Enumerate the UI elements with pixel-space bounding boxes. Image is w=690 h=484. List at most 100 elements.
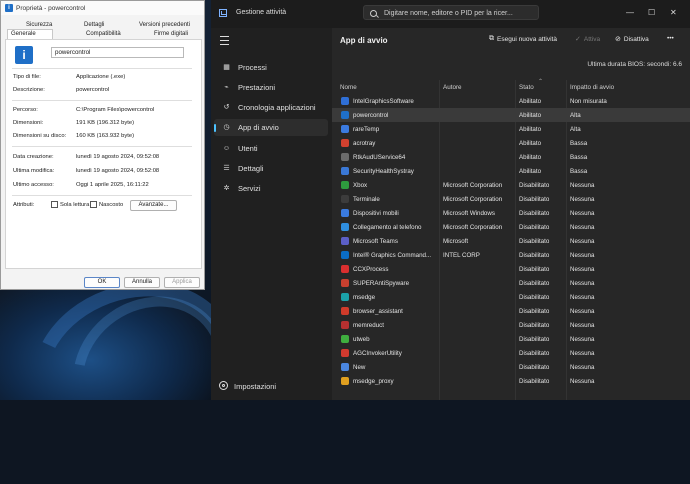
table-row[interactable]: Intel® Graphics Command... INTEL CORP Disa… — [332, 248, 690, 262]
task-manager-window: Gestione attività Digitare nome, editore… — [211, 0, 690, 400]
field-value: powercontrol — [76, 87, 110, 93]
table-row[interactable]: msedge_proxy Disabilitato Nessuna — [332, 374, 690, 388]
cell-impact: Nessuna — [570, 335, 595, 343]
bios-duration: Ultima durata BIOS: secondi: 6.6 — [587, 61, 682, 68]
cell-publisher: Microsoft Corporation — [443, 223, 503, 231]
properties-dialog: i Proprietà - powercontrol Sicurezza Det… — [0, 0, 205, 290]
cell-impact: Nessuna — [570, 195, 595, 203]
table-row[interactable]: SUPERAntiSpyware Disabilitato Nessuna — [332, 276, 690, 290]
details-icon: ☰ — [223, 165, 230, 172]
table-row[interactable]: utweb Disabilitato Nessuna — [332, 332, 690, 346]
task-manager-titlebar[interactable]: Gestione attività Digitare nome, editore… — [211, 0, 690, 28]
settings-label[interactable]: Impostazioni — [234, 382, 276, 391]
apply-button[interactable]: Applica — [164, 277, 200, 288]
table-row[interactable]: powercontrol Abilitato Alta — [332, 108, 690, 122]
cell-status: Disabilitato — [519, 251, 550, 259]
table-row[interactable]: memreduct Disabilitato Nessuna — [332, 318, 690, 332]
cell-publisher: Microsoft Windows — [443, 209, 495, 217]
app-icon: i — [5, 4, 13, 12]
table-row[interactable]: IntelGraphicsSoftware Abilitato Non misura… — [332, 94, 690, 108]
table-row[interactable]: browser_assistant Disabilitato Nessuna — [332, 304, 690, 318]
enable-button[interactable]: ✓ Attiva — [575, 35, 601, 44]
app-icon — [341, 153, 349, 161]
tab-generale[interactable]: Generale — [7, 29, 53, 39]
divider — [12, 100, 192, 101]
divider — [12, 68, 192, 69]
sidebar-item-processi[interactable]: ▦ Processi — [214, 59, 328, 76]
sidebar-item-utenti[interactable]: ☺ Utenti — [214, 140, 328, 157]
filename-field[interactable]: powercontrol — [51, 47, 184, 58]
cell-name: browser_assistant — [353, 307, 403, 315]
table-row[interactable]: CCXProcess Disabilitato Nessuna — [332, 262, 690, 276]
cell-name: msedge_proxy — [353, 377, 394, 385]
cell-impact: Nessuna — [570, 307, 595, 315]
advanced-button[interactable]: Avanzate... — [130, 200, 177, 211]
cell-status: Abilitato — [519, 167, 542, 175]
cell-impact: Nessuna — [570, 279, 595, 287]
cell-impact: Nessuna — [570, 265, 595, 273]
cell-status: Disabilitato — [519, 209, 550, 217]
settings-gear-icon[interactable] — [219, 381, 228, 390]
checkbox-box[interactable] — [90, 201, 97, 208]
column-header-name[interactable]: Nome — [340, 84, 357, 91]
tab-versioni-precedenti[interactable]: Versioni precedenti — [136, 21, 193, 30]
more-options-button[interactable]: ••• — [667, 35, 674, 42]
cell-status: Disabilitato — [519, 335, 550, 343]
tab-dettagli[interactable]: Dettagli — [81, 21, 107, 30]
block-icon: ⊘ — [615, 36, 621, 43]
column-header-status[interactable]: Stato — [519, 84, 534, 91]
run-new-task-button[interactable]: ⧉ Esegui nuova attività — [489, 35, 557, 43]
cell-publisher: Microsoft — [443, 237, 469, 245]
table-row[interactable]: Collegamento al telefono Microsoft Corpor… — [332, 220, 690, 234]
ok-button[interactable]: OK — [84, 277, 120, 288]
minimize-button[interactable]: — — [626, 8, 634, 17]
field-value: lunedì 19 agosto 2024, 09:52:08 — [76, 168, 160, 174]
column-header-publisher[interactable]: Autore — [443, 84, 462, 91]
tab-firme-digitali[interactable]: Firme digitali — [151, 30, 191, 39]
table-row[interactable]: Xbox Microsoft Corporation Disabilitato Nes… — [332, 178, 690, 192]
sidebar-item-app-di-avvio[interactable]: ◷ App di avvio — [214, 119, 328, 136]
cell-publisher: Microsoft Corporation — [443, 181, 503, 189]
cell-name: utweb — [353, 335, 370, 343]
field-label: Tipo di file: — [13, 74, 41, 80]
sidebar-item-label: Dettagli — [238, 164, 264, 173]
search-input[interactable]: Digitare nome, editore o PID per la rice… — [363, 5, 539, 20]
table-row[interactable]: Terminale Microsoft Corporation Disabilita… — [332, 192, 690, 206]
cell-status: Disabilitato — [519, 377, 550, 385]
maximize-button[interactable]: ☐ — [648, 8, 655, 17]
sidebar-item-servizi[interactable]: ✲ Servizi — [214, 180, 328, 197]
table-row[interactable]: Microsoft Teams Microsoft Disabilitato Ness… — [332, 234, 690, 248]
column-header-impact[interactable]: Impatto di avvio — [570, 84, 614, 91]
enable-label: Attiva — [583, 35, 601, 43]
dialog-titlebar[interactable]: i Proprietà - powercontrol — [1, 1, 204, 15]
performance-icon: ⌁ — [224, 84, 229, 91]
sidebar-item-cronologia-applicazioni[interactable]: ↺ Cronologia applicazioni — [214, 99, 328, 116]
sidebar-item-label: Servizi — [238, 184, 261, 193]
close-button[interactable]: ✕ — [670, 8, 677, 17]
table-row[interactable]: SecurityHealthSystray Abilitato Bassa — [332, 164, 690, 178]
sidebar-item-dettagli[interactable]: ☰ Dettagli — [214, 160, 328, 177]
cell-impact: Nessuna — [570, 251, 595, 259]
cancel-button[interactable]: Annulla — [124, 277, 160, 288]
readonly-checkbox[interactable]: Sola lettura — [51, 201, 89, 208]
sidebar-item-prestazioni[interactable]: ⌁ Prestazioni — [214, 79, 328, 96]
checkbox-box[interactable] — [51, 201, 58, 208]
table-row[interactable]: AGCInvokerUtility Disabilitato Nessuna — [332, 346, 690, 360]
history-icon: ↺ — [223, 104, 230, 111]
table-row[interactable]: Dispositivi mobili Microsoft Windows Disab… — [332, 206, 690, 220]
field-label: Descrizione: — [13, 87, 45, 93]
tab-compatibilita[interactable]: Compatibilità — [83, 30, 124, 39]
table-row[interactable]: acrotray Abilitato Bassa — [332, 136, 690, 150]
field-label: Data creazione: — [13, 154, 54, 160]
startup-apps-table: IntelGraphicsSoftware Abilitato Non misura… — [332, 94, 690, 388]
table-row[interactable]: msedge Disabilitato Nessuna — [332, 290, 690, 304]
disable-button[interactable]: ⊘ Disattiva — [615, 35, 649, 44]
cell-impact: Bassa — [570, 153, 588, 161]
table-row[interactable]: rareTemp Abilitato Alta — [332, 122, 690, 136]
table-row[interactable]: RtkAudUService64 Abilitato Bassa — [332, 150, 690, 164]
cell-impact: Nessuna — [570, 293, 595, 301]
hidden-checkbox[interactable]: Nascosto — [90, 201, 123, 208]
table-row[interactable]: New Disabilitato Nessuna — [332, 360, 690, 374]
hamburger-menu-icon[interactable] — [220, 36, 229, 45]
divider — [12, 195, 192, 196]
